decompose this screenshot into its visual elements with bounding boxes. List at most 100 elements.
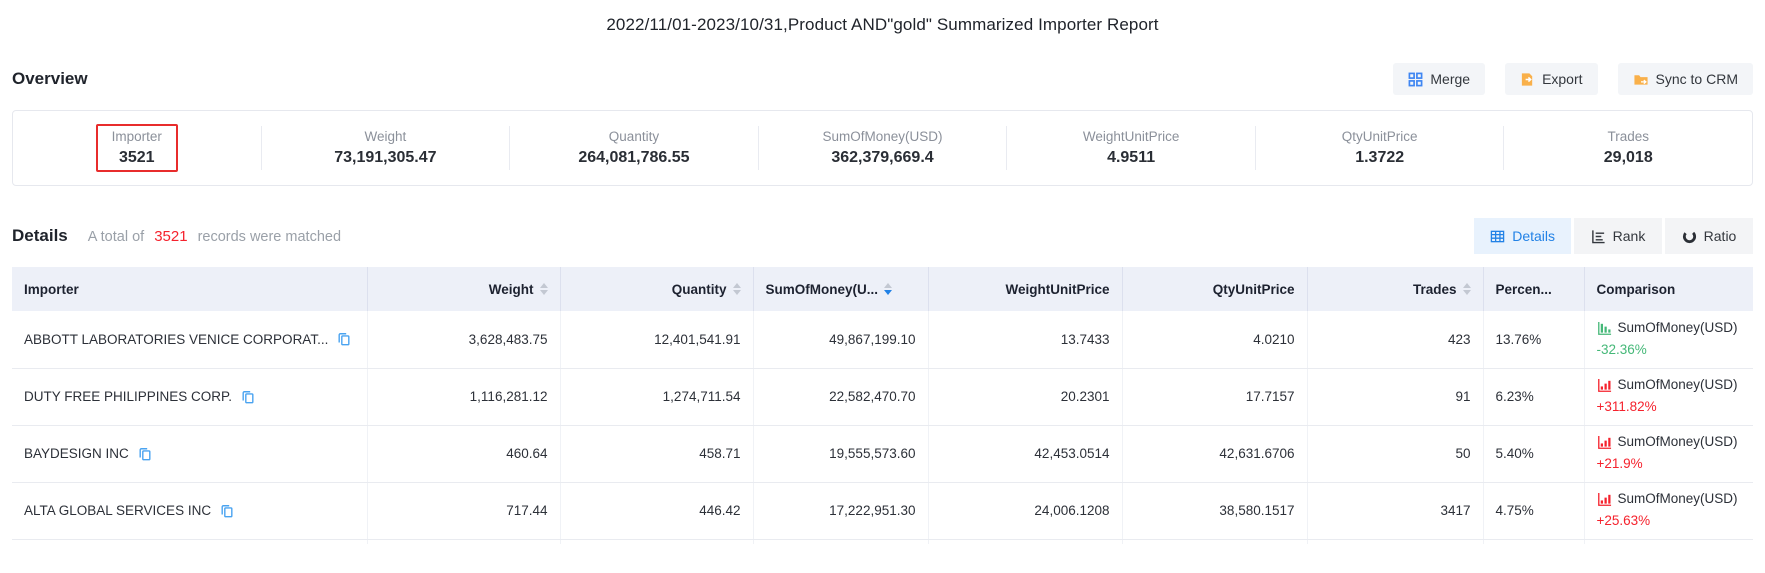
column-header-weight-unit-price: WeightUnitPrice	[928, 267, 1122, 311]
stat-weight: Weight 73,191,305.47	[262, 126, 511, 170]
trend-down-chart-icon	[1597, 321, 1612, 336]
merge-button-label: Merge	[1430, 71, 1470, 87]
column-header-weight[interactable]: Weight	[367, 267, 560, 311]
sort-carets-icon[interactable]	[540, 283, 548, 295]
percent-cell: 5.40%	[1483, 425, 1584, 482]
column-header-trades[interactable]: Trades	[1307, 267, 1483, 311]
sort-carets-icon[interactable]	[884, 283, 892, 295]
sum-of-money-cell: 19,555,573.60	[753, 425, 928, 482]
page-title: 2022/11/01-2023/10/31,Product AND"gold" …	[0, 0, 1765, 35]
importer-report-page: 2022/11/01-2023/10/31,Product AND"gold" …	[0, 0, 1765, 573]
comparison-cell: SumOfMoney(USD) +25.63%	[1584, 482, 1753, 539]
weight-unit-price-cell: 13.7433	[928, 311, 1122, 368]
importer-name-link[interactable]: BAYDESIGN INC	[24, 446, 129, 461]
quantity-cell: 1,274,711.54	[560, 368, 753, 425]
view-tabs: Details Rank Ratio	[1474, 218, 1753, 254]
stat-quantity: Quantity 264,081,786.55	[510, 126, 759, 170]
weight-cell: 1,116,281.12	[367, 368, 560, 425]
trend-up-chart-icon	[1597, 378, 1612, 393]
weight-unit-price-cell: 20.2301	[928, 368, 1122, 425]
percent-cell: 4.75%	[1483, 482, 1584, 539]
trades-cell: 91	[1307, 368, 1483, 425]
tab-details[interactable]: Details	[1474, 218, 1571, 254]
importer-name-link[interactable]: ABBOTT LABORATORIES VENICE CORPORAT...	[24, 332, 328, 347]
stat-trades: Trades 29,018	[1504, 126, 1752, 170]
weight-cell: 717.44	[367, 482, 560, 539]
importer-stat-highlight-box: Importer 3521	[96, 124, 178, 172]
trades-cell: 423	[1307, 311, 1483, 368]
merge-button[interactable]: Merge	[1393, 63, 1485, 95]
details-header: Details A total of3521records were match…	[12, 218, 1753, 254]
column-header-quantity[interactable]: Quantity	[560, 267, 753, 311]
copy-icon[interactable]	[220, 504, 234, 518]
overview-header: Overview Merge Export	[12, 63, 1753, 95]
column-header-sum-of-money[interactable]: SumOfMoney(U...	[753, 267, 928, 311]
trades-cell: 50	[1307, 425, 1483, 482]
comparison-change-value: -32.36%	[1597, 343, 1742, 358]
table-row: BAYDESIGN INC 460.64 458.71 19,555,573.6…	[12, 425, 1753, 482]
column-header-qty-unit-price: QtyUnitPrice	[1122, 267, 1307, 311]
trades-cell: 3417	[1307, 482, 1483, 539]
percent-cell: 6.23%	[1483, 368, 1584, 425]
tab-ratio-label: Ratio	[1704, 228, 1737, 244]
quantity-cell: 12,401,541.91	[560, 311, 753, 368]
comparison-cell: SumOfMoney(USD) +21.9%	[1584, 425, 1753, 482]
table-row: DUTY FREE PHILIPPINES CORP. 1,116,281.12…	[12, 368, 1753, 425]
overview-stats-bar: Importer 3521 Weight 73,191,305.47 Quant…	[12, 110, 1753, 186]
tab-rank[interactable]: Rank	[1574, 218, 1662, 254]
records-matched-summary: A total of3521records were matched	[88, 228, 341, 245]
stat-sum-of-money: SumOfMoney(USD) 362,379,669.4	[759, 126, 1008, 170]
percent-cell: 13.76%	[1483, 311, 1584, 368]
qty-unit-price-cell: 4.0210	[1122, 311, 1307, 368]
stat-weight-unit-price: WeightUnitPrice 4.9511	[1007, 126, 1256, 170]
comparison-metric-label: SumOfMoney(USD)	[1618, 321, 1738, 336]
export-button[interactable]: Export	[1505, 63, 1597, 95]
table-header-row: Importer Weight Quantity SumOfMoney(U...…	[12, 267, 1753, 311]
comparison-change-value: +21.9%	[1597, 457, 1742, 472]
tab-rank-label: Rank	[1613, 228, 1646, 244]
sum-of-money-cell: 22,582,470.70	[753, 368, 928, 425]
copy-icon[interactable]	[337, 332, 351, 346]
sync-folder-icon	[1633, 72, 1649, 87]
sync-to-crm-button[interactable]: Sync to CRM	[1618, 63, 1753, 95]
export-icon	[1520, 72, 1535, 87]
importer-name-link[interactable]: DUTY FREE PHILIPPINES CORP.	[24, 389, 232, 404]
comparison-change-value: +25.63%	[1597, 514, 1742, 529]
sort-carets-icon[interactable]	[733, 283, 741, 295]
overview-actions: Merge Export Sync to CRM	[1393, 63, 1753, 95]
comparison-metric-label: SumOfMoney(USD)	[1618, 378, 1738, 393]
column-header-percent: Percen...	[1483, 267, 1584, 311]
weight-cell: 3,628,483.75	[367, 311, 560, 368]
table-row: ALTA GLOBAL SERVICES INC 717.44 446.42 1…	[12, 482, 1753, 539]
stat-importer: Importer 3521	[13, 126, 262, 170]
table-row-partial	[12, 539, 1753, 544]
matched-count: 3521	[154, 228, 187, 245]
details-heading: Details	[12, 226, 68, 246]
sum-of-money-cell: 49,867,199.10	[753, 311, 928, 368]
ratio-pie-icon	[1682, 229, 1697, 244]
overview-heading: Overview	[12, 69, 88, 89]
copy-icon[interactable]	[241, 390, 255, 404]
column-header-comparison: Comparison	[1584, 267, 1753, 311]
sort-carets-icon[interactable]	[1463, 283, 1471, 295]
qty-unit-price-cell: 42,631.6706	[1122, 425, 1307, 482]
importer-name-link[interactable]: ALTA GLOBAL SERVICES INC	[24, 503, 211, 518]
qty-unit-price-cell: 17.7157	[1122, 368, 1307, 425]
table-row: ABBOTT LABORATORIES VENICE CORPORAT... 3…	[12, 311, 1753, 368]
weight-unit-price-cell: 24,006.1208	[928, 482, 1122, 539]
comparison-cell: SumOfMoney(USD) +311.82%	[1584, 368, 1753, 425]
importer-details-table: Importer Weight Quantity SumOfMoney(U...…	[12, 267, 1753, 544]
trend-up-chart-icon	[1597, 435, 1612, 450]
table-grid-icon	[1490, 229, 1505, 244]
tab-details-label: Details	[1512, 228, 1555, 244]
qty-unit-price-cell: 38,580.1517	[1122, 482, 1307, 539]
tab-ratio[interactable]: Ratio	[1665, 218, 1753, 254]
export-button-label: Export	[1542, 71, 1582, 87]
sync-to-crm-button-label: Sync to CRM	[1656, 71, 1738, 87]
comparison-metric-label: SumOfMoney(USD)	[1618, 435, 1738, 450]
copy-icon[interactable]	[138, 447, 152, 461]
comparison-cell: SumOfMoney(USD) -32.36%	[1584, 311, 1753, 368]
merge-icon	[1408, 72, 1423, 87]
weight-cell: 460.64	[367, 425, 560, 482]
comparison-metric-label: SumOfMoney(USD)	[1618, 492, 1738, 507]
